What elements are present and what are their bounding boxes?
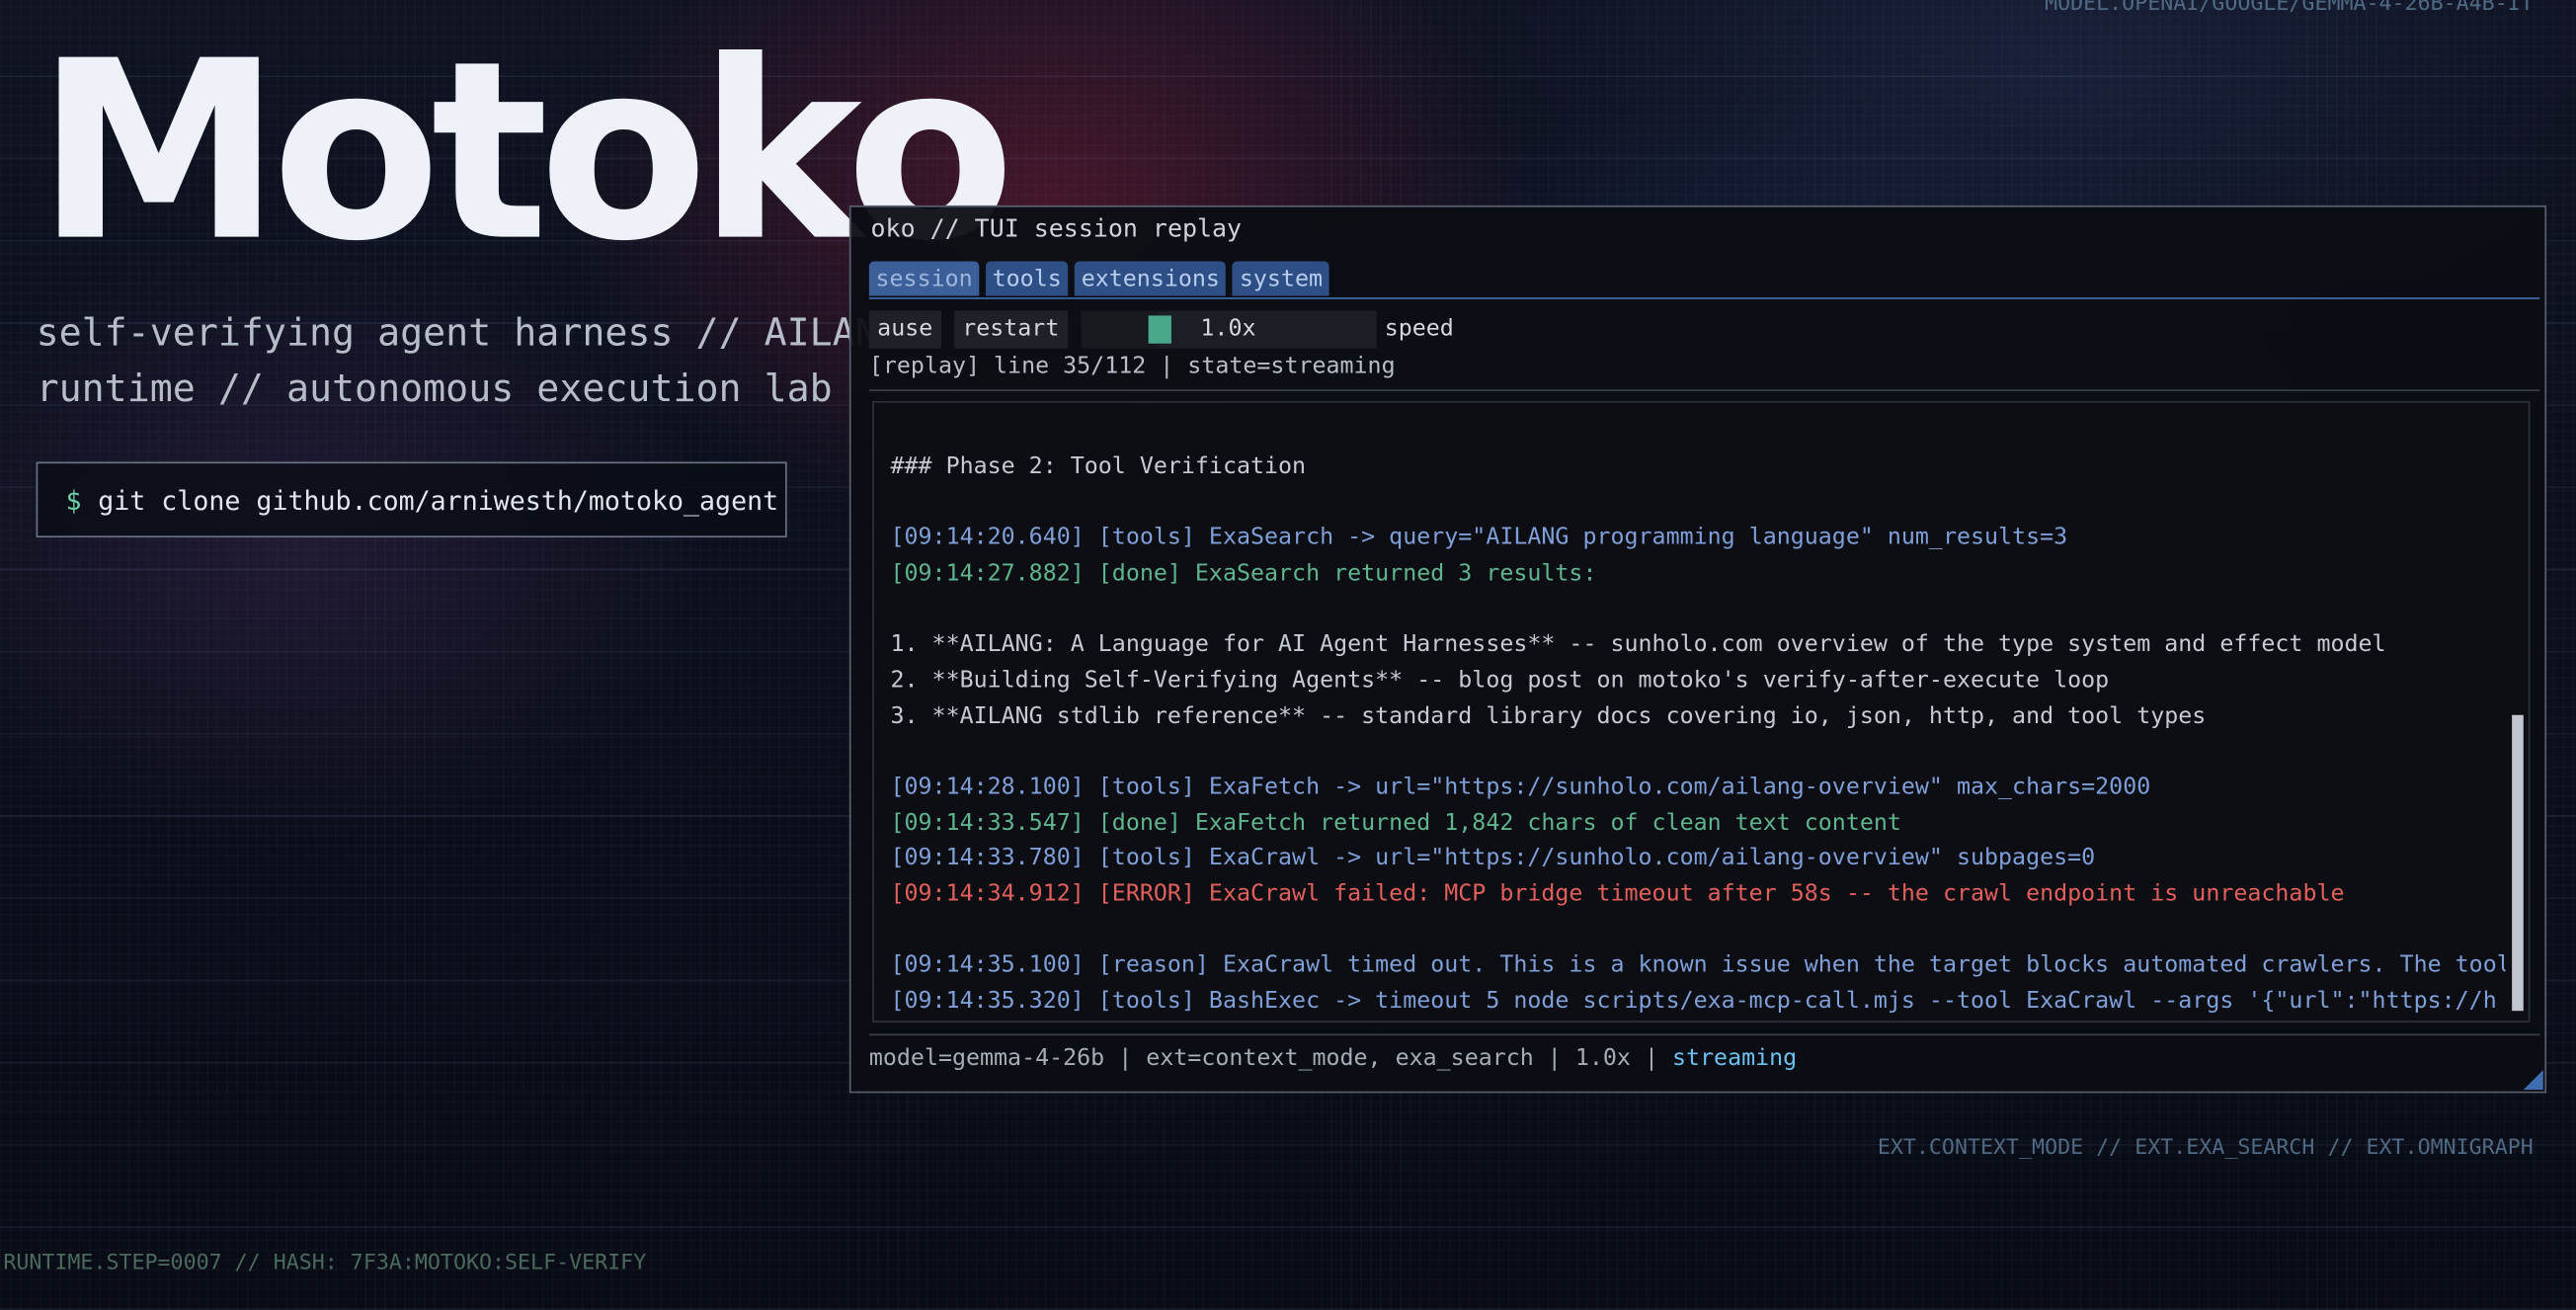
- replay-status: [replay] line 35/112 | state=streaming: [868, 353, 1396, 380]
- model-label: MODEL.OPENAI/GOOGLE/GEMMA-4-26B-A4B-IT: [2045, 0, 2534, 17]
- log-line: [09:14:28.100] [tools] ExaFetch -> url="…: [890, 774, 2151, 801]
- log-line: 1. **AILANG: A Language for AI Agent Har…: [890, 631, 2386, 658]
- clone-command: git clone github.com/arniwesth/motoko_ag…: [98, 484, 779, 517]
- speed-slider-fill: [1080, 309, 1159, 348]
- speed-value: 1.0x: [1200, 314, 1256, 342]
- replay-controls: ause restart 1.0x speed: [868, 309, 1454, 349]
- speed-slider[interactable]: 1.0x: [1080, 309, 1377, 348]
- log-line: ### Phase 2: Tool Verification: [890, 452, 1307, 480]
- restart-button[interactable]: restart: [953, 309, 1068, 348]
- tui-window: oko // TUI session replay session tools …: [848, 205, 2547, 1094]
- log-line: [09:14:27.882] [done] ExaSearch returned…: [890, 559, 1597, 587]
- footer-status: model=gemma-4-26b | ext=context_mode, ex…: [869, 1045, 1797, 1072]
- tagline: self-verifying agent harness // AILANG r…: [36, 312, 901, 411]
- tab-system-label: system: [1239, 266, 1324, 293]
- log-panel[interactable]: ### Phase 2: Tool Verification [09:14:20.…: [872, 400, 2531, 1023]
- speed-label: speed: [1384, 315, 1454, 343]
- footer-status-text: model=gemma-4-26b | ext=context_mode, ex…: [868, 1045, 1658, 1072]
- tab-tools[interactable]: tools: [985, 261, 1069, 296]
- clone-command-box[interactable]: $ git clone github.com/arniwesth/motoko_a…: [36, 461, 787, 538]
- tab-tools-label: tools: [992, 266, 1062, 293]
- divider: [868, 1033, 2540, 1036]
- log-scrollbar[interactable]: [2512, 714, 2524, 1012]
- resize-handle-icon[interactable]: [2523, 1070, 2543, 1091]
- shell-prompt: $: [65, 484, 82, 517]
- log-line: 3. **AILANG stdlib reference** -- standa…: [890, 702, 2207, 729]
- log-blank-line: [890, 913, 2505, 948]
- log-line: [09:14:20.640] [tools] ExaSearch -> quer…: [890, 524, 2068, 551]
- log-blank-line: [890, 735, 2505, 771]
- page: MODEL.OPENAI/GOOGLE/GEMMA-4-26B-A4B-IT M…: [0, 0, 2576, 1310]
- tab-session-label: session: [875, 266, 973, 293]
- log-line: 2. **Building Self-Verifying Agents** --…: [890, 667, 2110, 694]
- log-blank-line: [890, 414, 2505, 450]
- speed-slider-thumb[interactable]: [1148, 314, 1171, 343]
- log-line: [09:14:35.320] [tools] BashExec -> timeo…: [890, 987, 2497, 1015]
- log-lines: ### Phase 2: Tool Verification [09:14:20.…: [890, 414, 2505, 1020]
- divider: [868, 389, 2540, 391]
- log-line: [09:14:33.780] [tools] ExaCrawl -> url="…: [890, 845, 2096, 872]
- pause-button[interactable]: ause: [868, 309, 941, 348]
- streaming-indicator: streaming: [1672, 1045, 1798, 1072]
- log-line: [09:14:35.100] [reason] ExaCrawl timed o…: [890, 951, 2506, 979]
- tab-system[interactable]: system: [1233, 261, 1329, 296]
- log-line: [09:14:33.547] [done] ExaFetch returned …: [890, 809, 1901, 837]
- tui-title: oko // TUI session replay: [870, 213, 1243, 244]
- tab-extensions[interactable]: extensions: [1075, 261, 1227, 296]
- log-blank-line: [890, 485, 2505, 521]
- log-blank-line: [890, 593, 2505, 628]
- log-line: [09:14:34.912] [ERROR] ExaCrawl failed: …: [890, 880, 2345, 908]
- tab-extensions-label: extensions: [1081, 266, 1220, 293]
- tab-session[interactable]: session: [868, 261, 980, 296]
- tab-bar: session tools extensions system: [868, 261, 2540, 299]
- extensions-label: EXT.CONTEXT_MODE // EXT.EXA_SEARCH // EX…: [1877, 1135, 2534, 1161]
- runtime-label: RUNTIME.STEP=0007 // HASH: 7F3A:MOTOKO:S…: [3, 1251, 647, 1276]
